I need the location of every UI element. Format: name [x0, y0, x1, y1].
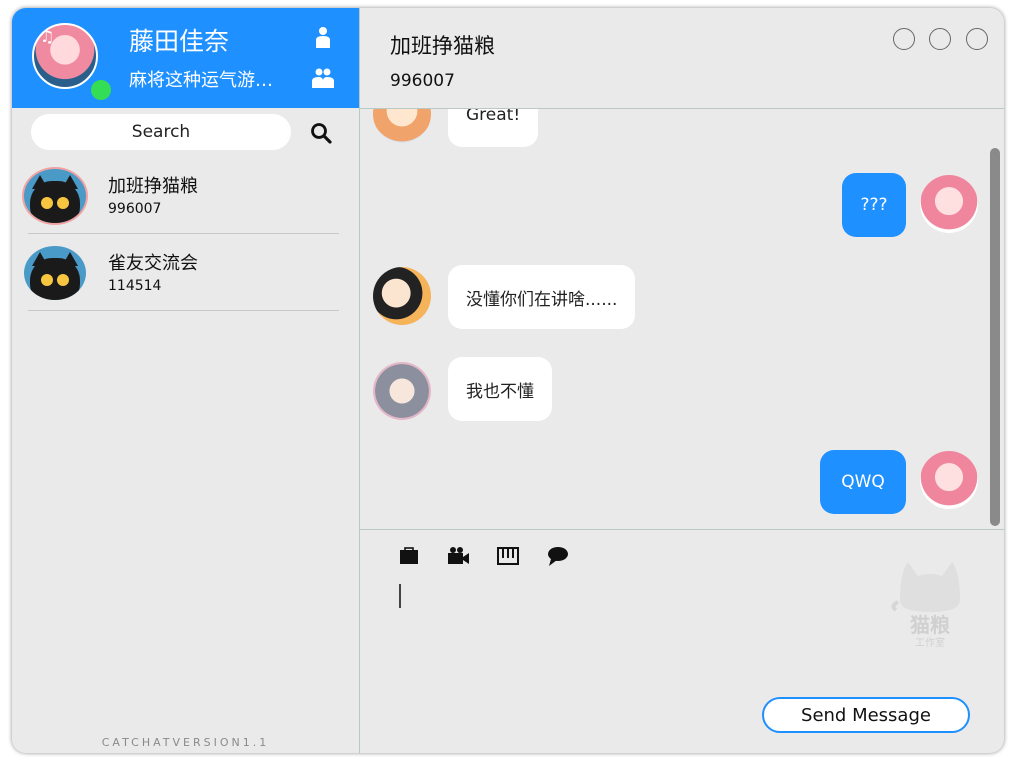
message-text: ???	[860, 195, 888, 215]
divider	[28, 233, 339, 234]
contact-avatar	[24, 246, 86, 300]
minimize-button[interactable]	[893, 28, 915, 50]
version-label: CATCHATVERSION1.1	[101, 736, 270, 749]
message-bubble-own: QWQ	[820, 450, 906, 514]
single-user-icon[interactable]	[311, 26, 335, 50]
contact-item[interactable]: 加班挣猫粮 996007	[12, 158, 359, 234]
message-text: 我也不懂	[466, 381, 534, 402]
search-label: Search	[131, 122, 191, 142]
chat-window: ♫ 藤田佳奈 麻将这种运气游… Search 加班挣猫粮 996007 雀友交流…	[12, 8, 1004, 753]
message-bubble: Great!	[448, 109, 539, 147]
divider	[28, 310, 339, 311]
close-button[interactable]	[966, 28, 988, 50]
message-bubble: 没懂你们在讲啥......	[448, 265, 636, 329]
message-bubble-own: ???	[842, 173, 906, 237]
own-avatar[interactable]	[920, 451, 978, 509]
online-status-dot	[89, 78, 113, 102]
profile-header: ♫ 藤田佳奈 麻将这种运气游…	[12, 8, 359, 108]
contact-id: 996007	[108, 201, 162, 217]
composer: 猫粮 工作室 Send Message	[360, 529, 1004, 753]
search-icon[interactable]	[309, 121, 333, 145]
sender-avatar[interactable]	[373, 362, 431, 420]
chat-id: 996007	[390, 71, 455, 91]
message-bubble: 我也不懂	[448, 357, 552, 421]
contact-item[interactable]: 雀友交流会 114514	[12, 235, 359, 311]
user-avatar[interactable]: ♫	[32, 23, 98, 89]
maximize-button[interactable]	[929, 28, 951, 50]
message-list[interactable]: Great! ??? 没懂你们在讲啥...... 我也不懂 QWQ	[360, 109, 1004, 529]
contact-name: 加班挣猫粮	[108, 176, 198, 197]
send-message-label: Send Message	[801, 704, 931, 726]
sender-avatar[interactable]	[373, 109, 431, 143]
video-camera-icon[interactable]	[446, 544, 470, 568]
svg-text:猫粮: 猫粮	[910, 613, 950, 637]
group-users-icon[interactable]	[311, 66, 335, 90]
contact-avatar	[24, 169, 86, 223]
search-input[interactable]: Search	[31, 114, 291, 150]
sender-avatar[interactable]	[373, 267, 431, 325]
chat-title: 加班挣猫粮	[390, 34, 495, 58]
piano-icon[interactable]	[496, 544, 520, 568]
chat-header: 加班挣猫粮 996007	[360, 8, 1004, 109]
contact-name: 雀友交流会	[108, 253, 198, 274]
message-input[interactable]	[399, 584, 401, 608]
studio-logo: 猫粮 工作室	[891, 562, 960, 649]
folder-icon[interactable]	[397, 544, 421, 568]
message-text: 没懂你们在讲啥......	[466, 289, 618, 310]
contact-id: 114514	[108, 278, 162, 294]
music-note-icon: ♫	[40, 27, 55, 46]
message-scrollbar[interactable]	[990, 148, 1000, 526]
sidebar: ♫ 藤田佳奈 麻将这种运气游… Search 加班挣猫粮 996007 雀友交流…	[12, 8, 360, 753]
profile-status[interactable]: 麻将这种运气游…	[129, 66, 273, 92]
message-text: Great!	[466, 109, 521, 125]
svg-text:工作室: 工作室	[915, 636, 945, 649]
chat-bubble-icon[interactable]	[546, 544, 570, 568]
chat-panel: 加班挣猫粮 996007 Great! ??? 没懂你们在讲啥...... 我也…	[360, 8, 1004, 753]
send-message-button[interactable]: Send Message	[762, 697, 970, 733]
own-avatar[interactable]	[920, 175, 978, 233]
message-text: QWQ	[841, 472, 885, 492]
profile-name: 藤田佳奈	[129, 27, 230, 56]
